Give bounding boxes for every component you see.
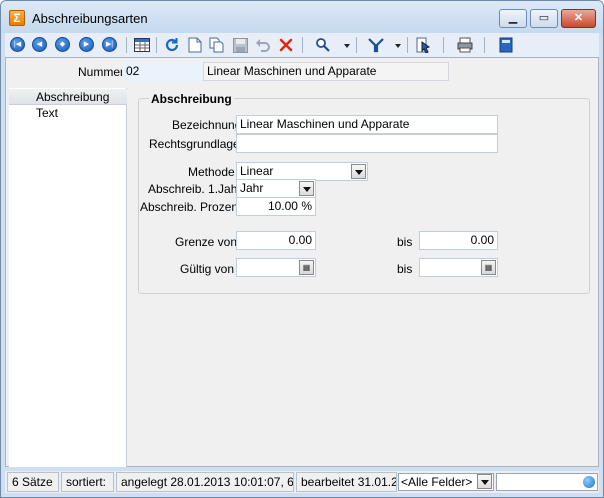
content-area: Nummer 02 Linear Maschinen und Apparate … — [5, 57, 599, 467]
bezeichnung-field[interactable]: Linear Maschinen und Apparate — [236, 115, 498, 134]
abschreib-prozent-label: Abschreib. Prozent — [140, 200, 242, 214]
methode-label: Methode — [188, 165, 235, 179]
abschreib-prozent-field[interactable]: 10.00 % — [236, 197, 316, 216]
search-dropdown-icon[interactable] — [344, 44, 350, 48]
minimize-button[interactable]: ▁ — [499, 9, 527, 28]
previous-record-icon[interactable]: ◀ — [32, 37, 47, 52]
nav-item-abschreibung[interactable]: Abschreibung — [9, 89, 127, 105]
section-navigation: Abschreibung Text — [9, 88, 127, 467]
main-window: Σ Abschreibungsarten ▁ ▭ ✕ |◀ ◀ ◆ ▶ ▶| N… — [0, 0, 604, 498]
sigma-app-icon[interactable]: Σ — [9, 10, 25, 26]
gueltig-bis-label: bis — [397, 262, 413, 276]
first-record-icon[interactable]: |◀ — [10, 37, 25, 52]
maximize-button[interactable]: ▭ — [530, 9, 558, 28]
table-view-icon[interactable] — [133, 36, 151, 54]
filter-dropdown-icon[interactable] — [395, 44, 401, 48]
delete-icon[interactable] — [277, 36, 295, 54]
abschreib-1jahr-value: Jahr — [240, 181, 264, 195]
filter-icon[interactable] — [367, 36, 385, 54]
undo-icon[interactable] — [254, 36, 272, 54]
record-header: Nummer 02 Linear Maschinen und Apparate — [6, 58, 598, 88]
next-record-icon[interactable]: ▶ — [79, 37, 94, 52]
grenze-bis-field[interactable]: 0.00 — [419, 231, 498, 250]
close-button[interactable]: ✕ — [561, 9, 596, 28]
gueltig-von-label: Gültig von — [180, 262, 235, 276]
field-filter-select[interactable]: <Alle Felder> — [398, 473, 494, 491]
abschreib-1jahr-label: Abschreib. 1.Jahr — [148, 182, 242, 196]
rechtsgrundlage-field[interactable] — [236, 134, 498, 153]
document-pointer-icon[interactable] — [415, 36, 433, 54]
nummer-field[interactable]: 02 — [122, 62, 202, 81]
last-record-icon[interactable]: ▶| — [102, 37, 117, 52]
bezeichnung-label: Bezeichnung — [172, 118, 242, 132]
title-bar[interactable]: Σ Abschreibungsarten ▁ ▭ ✕ — [1, 1, 603, 33]
sort-label: sortiert: — [61, 472, 114, 492]
record-count: 6 Sätze — [7, 472, 59, 492]
chevron-down-icon[interactable] — [299, 181, 314, 196]
new-document-icon[interactable] — [186, 36, 204, 54]
search-icon[interactable] — [314, 36, 332, 54]
nummer-label: Nummer — [78, 65, 125, 79]
nummer-description: Linear Maschinen und Apparate — [203, 62, 449, 81]
print-icon[interactable] — [456, 36, 474, 54]
window-title: Abschreibungsarten — [32, 11, 148, 26]
rechtsgrundlage-label: Rechtsgrundlage — [149, 137, 240, 151]
gueltig-von-field[interactable]: ▦ — [236, 258, 316, 277]
chevron-down-icon[interactable] — [351, 164, 366, 179]
methode-value: Linear — [240, 164, 274, 178]
status-bar: 6 Sätze sortiert: angelegt 28.01.2013 10… — [5, 471, 599, 493]
grenze-von-label: Grenze von — [175, 235, 238, 249]
next-page-icon[interactable]: ◆ — [55, 37, 70, 52]
grenze-von-field[interactable]: 0.00 — [236, 231, 316, 250]
abschreib-1jahr-select[interactable]: Jahr — [236, 179, 316, 198]
toolbar: |◀ ◀ ◆ ▶ ▶| — [5, 33, 599, 57]
globe-icon[interactable] — [583, 476, 595, 488]
grenze-bis-label: bis — [397, 235, 413, 249]
nav-item-text[interactable]: Text — [9, 105, 127, 121]
refresh-icon[interactable] — [163, 36, 181, 54]
field-filter-value: <Alle Felder> — [401, 475, 473, 489]
chevron-down-icon[interactable] — [477, 474, 492, 489]
group-title: Abschreibung — [149, 92, 234, 106]
modified-info: bearbeitet 31.01.2013 — [296, 472, 397, 492]
save-icon[interactable] — [231, 36, 249, 54]
calendar-icon[interactable]: ▦ — [299, 260, 314, 275]
calendar-icon[interactable]: ▦ — [481, 260, 496, 275]
copy-icon[interactable] — [208, 36, 226, 54]
book-icon[interactable] — [497, 36, 515, 54]
created-info: angelegt 28.01.2013 10:01:07, 6 — [116, 472, 294, 492]
gueltig-bis-field[interactable]: ▦ — [419, 258, 498, 277]
search-input[interactable] — [496, 473, 598, 491]
